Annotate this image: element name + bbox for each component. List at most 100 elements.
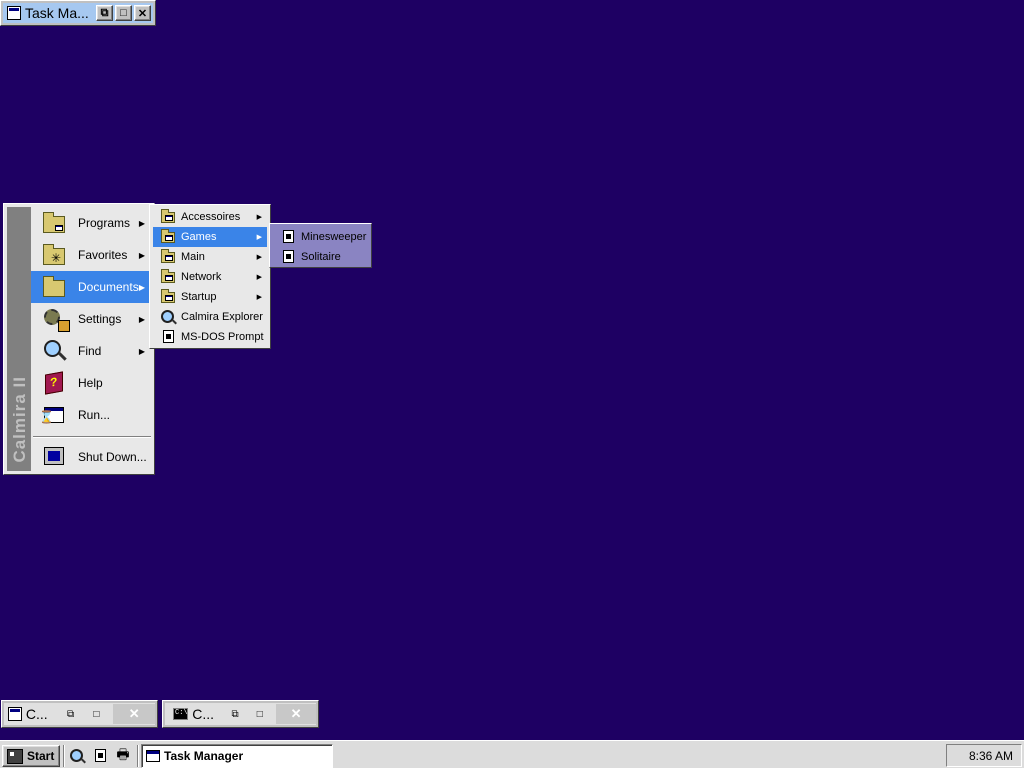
minimized-window-2[interactable]: C... ⧉ □ ✕ [162, 700, 319, 728]
submenu-item-label: Network [181, 271, 222, 283]
task-manager-icon [146, 750, 160, 762]
submenu-item-label: Solitaire [301, 251, 341, 263]
submenu-arrow-icon: ▶ [256, 254, 262, 261]
submenu-arrow-icon: ▶ [138, 218, 145, 228]
menu-separator [33, 436, 151, 438]
minimized-window-title: C... [192, 706, 215, 722]
submenu-item-games[interactable]: Games ▶ [153, 227, 267, 247]
start-menu-item-run[interactable]: Run... [31, 399, 152, 431]
start-button-label: Start [27, 749, 55, 763]
start-menu-item-label: Shut Down... [78, 450, 147, 464]
msdos-prompt-icon [173, 708, 189, 720]
maximize-button[interactable]: □ [115, 5, 132, 21]
calmira-app-icon [8, 707, 22, 721]
submenu-item-label: Accessoires [181, 211, 241, 223]
quicklaunch-msdos-icon[interactable] [90, 746, 110, 766]
restore-button[interactable]: ⧉ [223, 704, 248, 724]
submenu-arrow-icon: ▶ [138, 250, 145, 260]
minimized-window-title: C... [25, 706, 48, 722]
submenu-arrow-icon: ▶ [138, 282, 145, 292]
program-group-folder-icon [160, 269, 176, 285]
submenu-item-label: Calmira Explorer [181, 311, 263, 323]
start-menu-item-label: Help [78, 376, 103, 390]
documents-folder-icon [41, 275, 67, 299]
taskbar-button-label: Task Manager [164, 749, 244, 763]
start-menu-item-programs[interactable]: Programs ▶ [31, 207, 152, 239]
program-group-folder-icon [160, 209, 176, 225]
submenu-arrow-icon: ▶ [138, 314, 145, 324]
submenu-arrow-icon: ▶ [256, 294, 262, 301]
submenu-arrow-icon: ▶ [256, 274, 262, 281]
program-group-folder-icon [160, 229, 176, 245]
maximize-button[interactable]: □ [247, 704, 272, 724]
submenu-item-label: Games [181, 231, 217, 243]
submenu-item-label: MS-DOS Prompt [181, 331, 264, 343]
start-menu-item-settings[interactable]: Settings ▶ [31, 303, 152, 335]
start-menu-item-favorites[interactable]: ✳ Favorites ▶ [31, 239, 152, 271]
submenu-item-network[interactable]: Network ▶ [153, 267, 267, 287]
program-group-folder-icon [160, 249, 176, 265]
close-button[interactable]: ✕ [134, 5, 151, 21]
submenu-arrow-icon: ▶ [256, 214, 262, 221]
msdos-document-icon [160, 329, 176, 345]
close-button[interactable]: ✕ [276, 704, 317, 724]
start-menu-item-shutdown[interactable]: Shut Down... [31, 441, 152, 473]
maximize-button[interactable]: □ [83, 704, 109, 724]
minimized-window-1[interactable]: C... ⧉ □ ✕ [1, 700, 158, 728]
favorites-folder-icon: ✳ [41, 243, 67, 267]
minimized-window-title-bar[interactable]: C... ⧉ □ ✕ [4, 703, 155, 725]
submenu-item-label: Startup [181, 291, 217, 303]
restore-button[interactable]: ⧉ [96, 5, 113, 21]
submenu-item-label: Main [181, 251, 205, 263]
submenu-item-accessoires[interactable]: Accessoires ▶ [153, 207, 267, 227]
clock[interactable]: 8:36 AM [969, 749, 1013, 763]
submenu-item-startup[interactable]: Startup ▶ [153, 287, 267, 307]
task-manager-minimized-window[interactable]: Task Ma... ⧉ □ ✕ [0, 0, 156, 26]
minesweeper-icon [280, 229, 296, 245]
task-manager-title: Task Ma... [25, 5, 89, 21]
restore-button[interactable]: ⧉ [58, 704, 84, 724]
submenu-item-msdos-prompt[interactable]: MS-DOS Prompt [153, 327, 267, 347]
start-menu: Calmira II Programs ▶ ✳ Favorites ▶ Docu… [3, 203, 155, 475]
minimized-window-title-bar[interactable]: C... ⧉ □ ✕ [165, 703, 317, 725]
task-manager-icon [7, 6, 21, 20]
close-button[interactable]: ✕ [113, 704, 155, 724]
shutdown-icon [41, 445, 67, 469]
settings-icon [41, 307, 70, 332]
submenu-item-solitaire[interactable]: Solitaire [273, 247, 368, 267]
explorer-magnifier-icon [160, 309, 176, 325]
submenu-item-calmira-explorer[interactable]: Calmira Explorer [153, 307, 267, 327]
banner-text: Calmira II [10, 376, 29, 463]
start-menu-item-help[interactable]: Help [31, 367, 152, 399]
start-logo-icon [7, 748, 23, 764]
start-menu-item-find[interactable]: Find ▶ [31, 335, 152, 367]
taskbar-button-task-manager[interactable]: Task Manager [141, 744, 333, 768]
run-icon [39, 403, 67, 427]
submenu-item-main[interactable]: Main ▶ [153, 247, 267, 267]
taskbar: Start 🖶 Task Manager 8:36 AM [0, 740, 1024, 768]
start-menu-item-documents[interactable]: Documents ▶ [31, 271, 152, 303]
start-menu-item-label: Find [78, 344, 102, 358]
programs-folder-icon [41, 211, 67, 235]
start-menu-item-label: Settings [78, 312, 122, 326]
start-menu-banner: Calmira II [7, 207, 31, 471]
submenu-item-minesweeper[interactable]: Minesweeper [273, 227, 368, 247]
system-tray: 8:36 AM [946, 744, 1022, 767]
games-submenu: Minesweeper Solitaire [269, 223, 372, 268]
submenu-item-label: Minesweeper [301, 231, 367, 243]
taskbar-divider [137, 745, 139, 767]
start-menu-item-label: Run... [78, 408, 111, 422]
program-group-folder-icon [160, 289, 176, 305]
submenu-arrow-icon: ▶ [138, 346, 145, 356]
help-book-icon [41, 371, 67, 395]
documents-submenu: Accessoires ▶ Games ▶ Main ▶ Network ▶ S… [149, 204, 271, 349]
find-icon [41, 339, 67, 363]
task-manager-title-bar[interactable]: Task Ma... ⧉ □ ✕ [3, 3, 153, 23]
quicklaunch-explorer-icon[interactable] [67, 746, 87, 766]
solitaire-icon [280, 249, 296, 265]
start-button[interactable]: Start [2, 745, 60, 767]
quicklaunch-printer-icon[interactable]: 🖶 [113, 746, 133, 766]
start-menu-item-label: Programs [78, 216, 131, 230]
taskbar-divider [63, 745, 65, 767]
start-menu-item-label: Documents [78, 280, 139, 294]
